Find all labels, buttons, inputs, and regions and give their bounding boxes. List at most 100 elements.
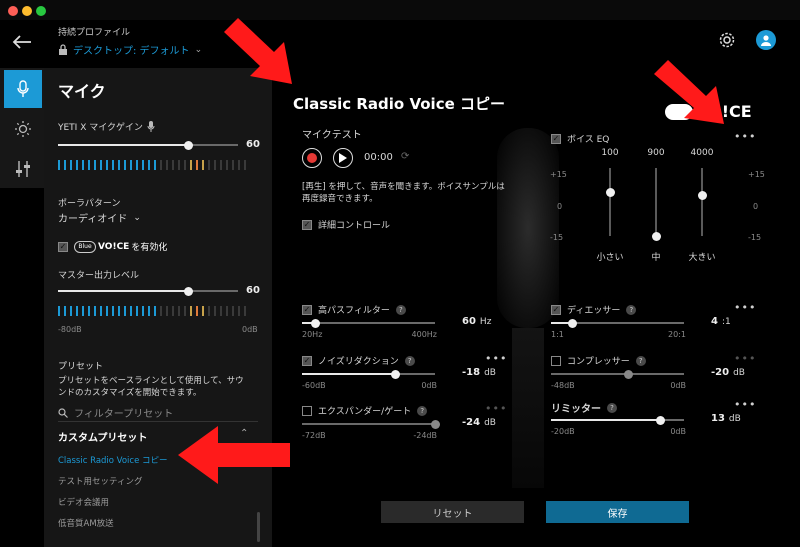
more-options-icon[interactable]: ••• [734, 352, 756, 365]
help-icon[interactable]: ? [395, 304, 406, 315]
meter-segment [82, 160, 84, 170]
play-button[interactable] [333, 148, 353, 168]
more-options-icon[interactable]: ••• [734, 301, 756, 314]
filter-presets-input[interactable]: フィルタープリセット [58, 404, 258, 422]
eq-scale-mid-left: 0 [557, 202, 563, 211]
more-options-icon[interactable]: ••• [485, 352, 507, 365]
eq-band-slider[interactable] [609, 168, 611, 236]
voice-enable-checkbox[interactable]: ✓ Blue VO!CE を有効化 [58, 240, 167, 253]
meter-segment [244, 306, 246, 316]
eq-band-slider[interactable] [701, 168, 703, 236]
slider-knob[interactable] [431, 419, 440, 429]
main-area: Classic Radio Voice コピー VO!CE マイクテスト 00:… [272, 68, 800, 547]
save-button[interactable]: 保存 [546, 501, 689, 523]
eq-band-knob[interactable] [605, 188, 615, 198]
close-window-button[interactable] [8, 6, 18, 16]
highpass-label: 高パスフィルター [318, 306, 390, 316]
minimize-window-button[interactable] [22, 6, 32, 16]
voice-eq-checkbox[interactable]: ✓ ボイス EQ [551, 132, 609, 145]
detail-controls-checkbox[interactable]: ✓ 詳細コントロール [302, 218, 390, 231]
eq-band-knob[interactable] [651, 231, 661, 241]
user-icon [761, 35, 771, 46]
more-options-icon[interactable]: ••• [485, 402, 507, 415]
slider-knob[interactable] [656, 415, 665, 425]
rail-equalizer-button[interactable] [4, 150, 42, 188]
preset-item[interactable]: テスト用セッティング [58, 475, 143, 487]
meter-segment [106, 160, 108, 170]
eq-band-label: 小さい [596, 253, 624, 263]
help-icon[interactable]: ? [417, 405, 428, 416]
meter-segment [178, 306, 180, 316]
meter-segment [202, 306, 204, 316]
detail-controls-label: 詳細コントロール [318, 221, 391, 231]
checkbox-icon [302, 405, 312, 416]
gear-icon [719, 32, 735, 48]
voice-eq-label: ボイス EQ [567, 135, 610, 145]
eq-band-frequency: 4000 [690, 148, 714, 158]
rail-lighting-button[interactable] [4, 110, 42, 148]
meter-segment [88, 160, 90, 170]
slider-knob[interactable] [568, 318, 577, 328]
master-value: 60 [246, 285, 260, 296]
voice-enable-label: を有効化 [131, 243, 168, 253]
pattern-dropdown[interactable]: カーディオイド ⌄ [58, 210, 141, 226]
deesser-value: 4:1 [711, 316, 731, 327]
voice-logo-text: VO!CE [98, 241, 130, 252]
preset-list-scrollbar[interactable] [257, 512, 260, 542]
preset-item[interactable]: 低音質AM放送 [58, 517, 114, 529]
slider-knob[interactable] [624, 369, 633, 379]
pattern-value: カーディオイド [58, 214, 128, 225]
more-options-icon[interactable]: ••• [734, 398, 756, 411]
slider-min-label: -48dB [551, 381, 575, 390]
mic-test-hint-line2: 再度録音できます。 [302, 194, 378, 204]
meter-segment [58, 306, 60, 316]
presets-title: プリセット [58, 362, 104, 372]
preset-item-active[interactable]: Classic Radio Voice コピー [58, 454, 168, 466]
master-max-label: 0dB [242, 325, 258, 334]
checkbox-icon [551, 355, 561, 366]
slider-knob[interactable] [311, 318, 320, 328]
value-unit: dB [484, 418, 496, 428]
rail-mic-button[interactable] [4, 70, 42, 108]
help-icon[interactable]: ? [607, 402, 617, 413]
compressor-label: コンプレッサー [567, 357, 630, 367]
eq-more-options-icon[interactable]: ••• [734, 130, 756, 143]
help-icon[interactable]: ? [635, 355, 646, 366]
slider-track [302, 322, 435, 324]
checkbox-icon: ✓ [551, 304, 561, 315]
eq-band-label: 中 [651, 253, 661, 263]
noise-header[interactable]: ✓ ノイズリダクション? [302, 354, 415, 367]
limiter-value: 13 dB [711, 413, 741, 424]
eq-band-frequency: 900 [647, 148, 665, 158]
meter-segment [154, 306, 156, 316]
master-level-meter [58, 306, 246, 316]
loop-icon[interactable]: ⟳ [401, 151, 409, 162]
gain-slider-knob[interactable] [184, 140, 193, 150]
meter-segment [208, 306, 210, 316]
slider-knob[interactable] [391, 369, 400, 379]
record-button[interactable] [302, 148, 322, 168]
settings-button[interactable] [718, 31, 736, 53]
help-icon[interactable]: ? [404, 355, 415, 366]
zoom-window-button[interactable] [36, 6, 46, 16]
meter-segment [238, 306, 240, 316]
eq-band-slider[interactable] [655, 168, 657, 236]
eq-band-knob[interactable] [697, 190, 707, 200]
account-button[interactable] [756, 30, 776, 50]
help-icon[interactable]: ? [626, 304, 637, 315]
expander-header[interactable]: エクスパンダー/ゲート? [302, 404, 428, 417]
profile-selector[interactable]: デスクトップ: デフォルト ⌄ [58, 42, 202, 57]
eq-scale-bottom-right: -15 [748, 233, 762, 242]
preset-item[interactable]: ビデオ会議用 [58, 496, 109, 508]
value-number: -18 [462, 367, 481, 378]
compressor-header[interactable]: コンプレッサー? [551, 354, 646, 367]
value-unit: dB [484, 368, 496, 378]
meter-segment [160, 160, 162, 170]
reset-button[interactable]: リセット [381, 501, 524, 523]
back-button[interactable] [12, 34, 32, 53]
highpass-header[interactable]: ✓ 高パスフィルター? [302, 303, 406, 316]
checkbox-icon: ✓ [302, 219, 312, 230]
master-slider-knob[interactable] [184, 286, 193, 296]
deesser-header[interactable]: ✓ ディエッサー? [551, 303, 637, 316]
annotation-arrow-eq [648, 56, 732, 128]
